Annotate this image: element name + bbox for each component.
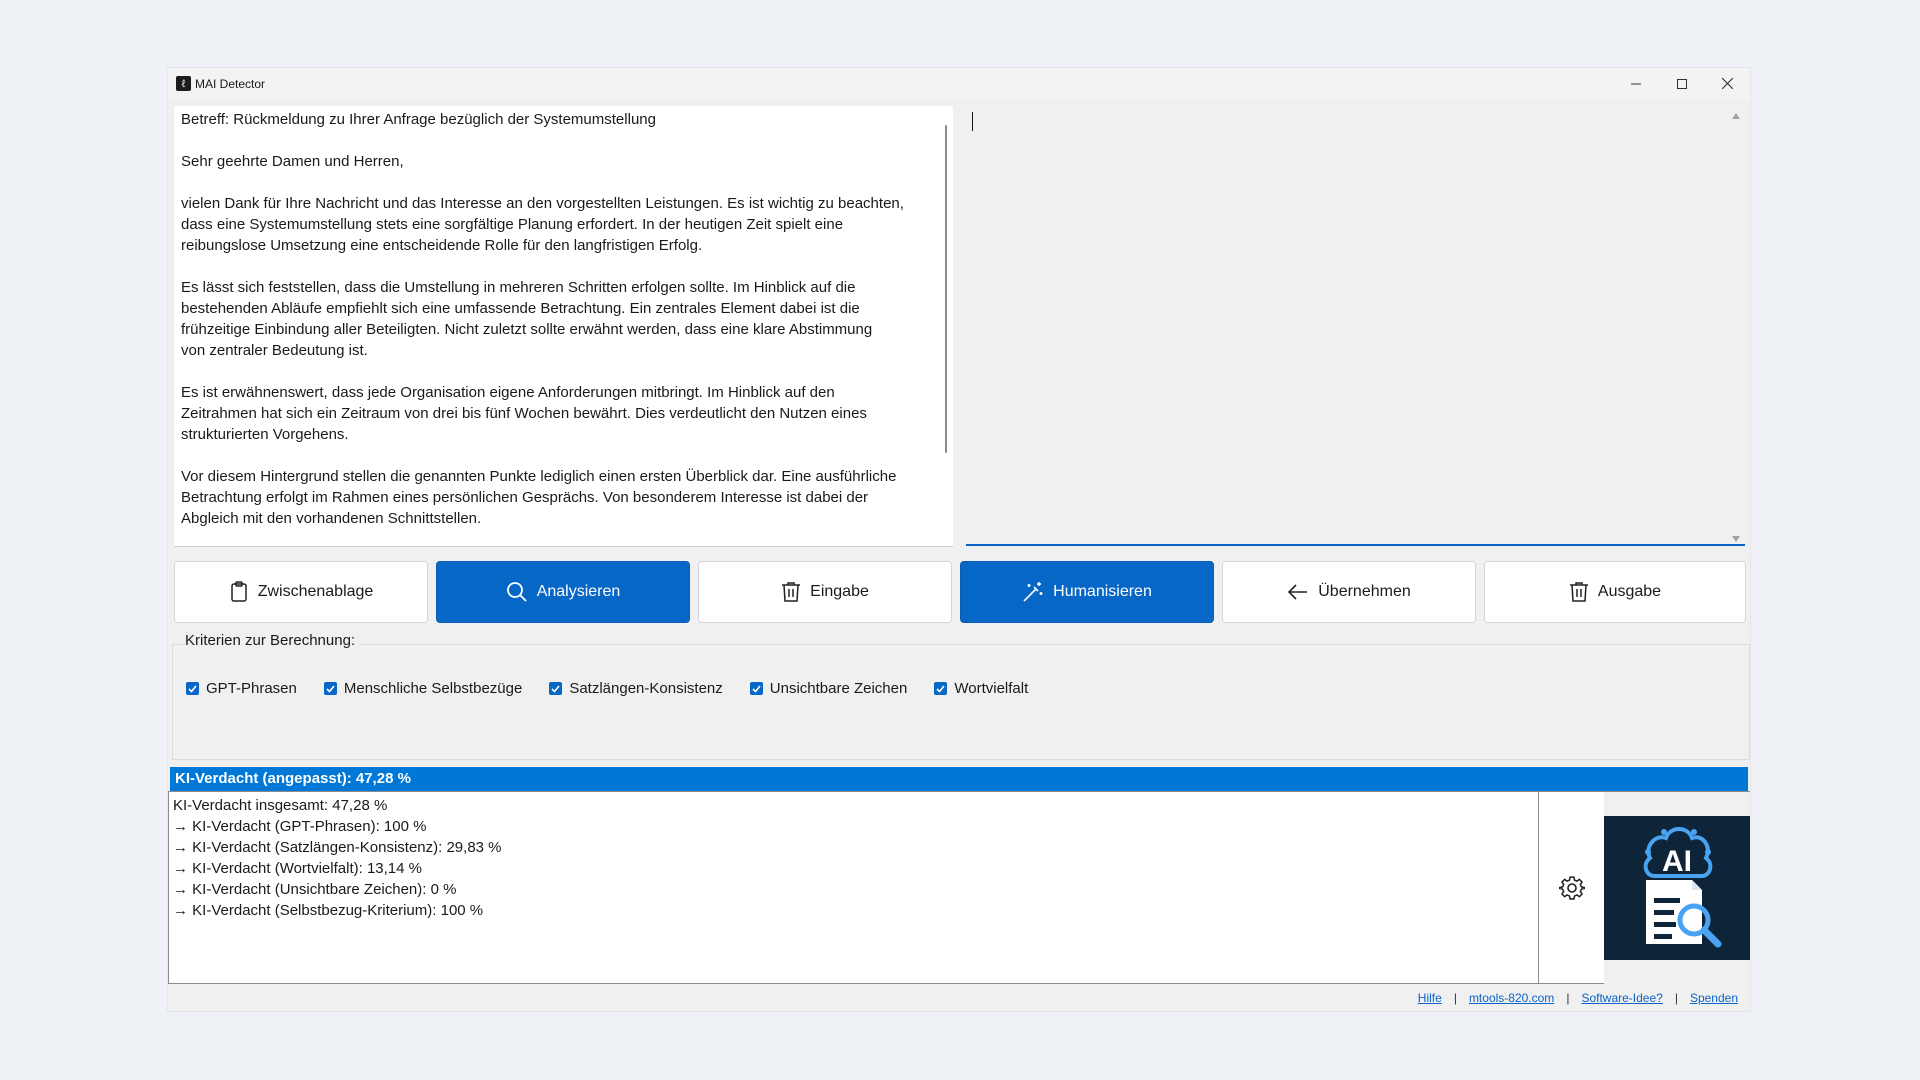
criterion-gpt-phrases[interactable]: GPT-Phrasen <box>186 680 297 697</box>
footer-separator: | <box>1674 991 1678 1005</box>
text-cursor <box>972 112 973 131</box>
maximize-icon <box>1677 78 1687 89</box>
output-scrollbar[interactable] <box>1728 106 1745 546</box>
app-window: ℓ MAI Detector Betreff: Rückmeldung zu I… <box>168 68 1750 1011</box>
output-underline <box>966 544 1745 546</box>
criterion-label: Unsichtbare Zeichen <box>769 680 908 697</box>
magic-wand-icon <box>1023 582 1043 602</box>
input-text: Betreff: Rückmeldung zu Ihrer Anfrage be… <box>181 111 904 527</box>
analyze-button-label: Analysieren <box>536 583 621 600</box>
result-line: → KI-Verdacht (Unsichtbare Zeichen): 0 % <box>173 881 457 898</box>
arrow-left-icon <box>1288 584 1308 600</box>
logo-text: AI <box>1662 845 1692 878</box>
minimize-icon <box>1631 83 1641 84</box>
help-link[interactable]: Hilfe <box>1418 991 1442 1005</box>
software-idea-link[interactable]: Software-Idee? <box>1581 991 1662 1005</box>
footer-separator: | <box>1566 991 1570 1005</box>
criteria-group: Kriterien zur Berechnung: GPT-Phrasen Me… <box>172 632 1750 760</box>
checkbox-checked-icon[interactable] <box>934 682 948 695</box>
checkbox-checked-icon[interactable] <box>323 682 337 695</box>
clipboard-button-label: Zwischenablage <box>257 583 374 600</box>
minimize-button[interactable] <box>1613 68 1659 99</box>
action-toolbar: Zwischenablage Analysieren Eingabe Human… <box>174 561 1746 623</box>
checkbox-checked-icon[interactable] <box>749 682 763 695</box>
input-scrollbar[interactable] <box>945 125 947 453</box>
criterion-label: Menschliche Selbstbezüge <box>343 680 523 697</box>
close-button[interactable] <box>1704 68 1750 99</box>
title-bar: ℓ MAI Detector <box>168 68 1750 99</box>
criterion-invisible-characters[interactable]: Unsichtbare Zeichen <box>749 680 908 697</box>
criterion-label: GPT-Phrasen <box>206 680 297 697</box>
result-line: KI-Verdacht insgesamt: 47,28 % <box>173 797 388 814</box>
maximize-button[interactable] <box>1659 68 1705 99</box>
apply-button-label: Übernehmen <box>1318 583 1411 600</box>
result-headline: KI-Verdacht (angepasst): 47,28 % <box>170 767 1748 791</box>
scroll-up-icon[interactable] <box>1732 113 1740 119</box>
clear-input-button-label: Eingabe <box>810 583 869 600</box>
result-lines: KI-Verdacht insgesamt: 47,28 % → KI-Verd… <box>173 795 502 921</box>
trash-icon <box>1569 582 1588 602</box>
footer: Hilfe | mtools-820.com | Software-Idee? … <box>168 984 1750 1011</box>
input-underline <box>174 546 953 547</box>
website-link[interactable]: mtools-820.com <box>1469 991 1554 1005</box>
clipboard-button[interactable]: Zwischenablage <box>174 561 428 623</box>
result-line: → KI-Verdacht (Satzlängen-Konsistenz): 2… <box>173 839 502 856</box>
ai-detector-logo: AI <box>1604 816 1750 960</box>
clear-output-button[interactable]: Ausgabe <box>1484 561 1746 623</box>
criteria-title: Kriterien zur Berechnung: <box>185 632 360 649</box>
window-title: MAI Detector <box>195 77 266 91</box>
clipboard-icon <box>230 581 247 602</box>
criteria-list: GPT-Phrasen Menschliche Selbstbezüge Sat… <box>186 680 1055 697</box>
trash-icon <box>782 582 801 602</box>
scroll-down-icon[interactable] <box>1732 536 1740 542</box>
gear-icon <box>1558 875 1585 900</box>
footer-links: Hilfe | mtools-820.com | Software-Idee? … <box>1418 991 1738 1005</box>
criterion-label: Wortvielfalt <box>954 680 1029 697</box>
settings-button[interactable] <box>1539 791 1604 984</box>
result-line: → KI-Verdacht (Selbstbezug-Kriterium): 1… <box>173 902 484 919</box>
result-details: KI-Verdacht insgesamt: 47,28 % → KI-Verd… <box>168 791 1539 984</box>
clear-input-button[interactable]: Eingabe <box>698 561 952 623</box>
close-icon <box>1721 78 1733 89</box>
clear-output-button-label: Ausgabe <box>1597 583 1662 600</box>
checkbox-checked-icon[interactable] <box>186 682 199 695</box>
apply-button[interactable]: Übernehmen <box>1222 561 1476 623</box>
criterion-human-self-references[interactable]: Menschliche Selbstbezüge <box>323 680 523 697</box>
app-icon: ℓ <box>176 76 191 91</box>
humanize-button[interactable]: Humanisieren <box>960 561 1214 623</box>
output-textarea[interactable] <box>966 106 1745 546</box>
humanize-button-label: Humanisieren <box>1053 583 1152 600</box>
footer-separator: | <box>1453 991 1457 1005</box>
checkbox-checked-icon[interactable] <box>549 682 563 695</box>
result-line: → KI-Verdacht (GPT-Phrasen): 100 % <box>173 818 427 835</box>
donate-link[interactable]: Spenden <box>1690 991 1738 1005</box>
result-line: → KI-Verdacht (Wortvielfalt): 13,14 % <box>173 860 422 877</box>
search-icon <box>506 582 527 602</box>
criterion-label: Satzlängen-Konsistenz <box>569 680 723 697</box>
logo-cell: AI <box>1604 791 1750 984</box>
criterion-sentence-length-consistency[interactable]: Satzlängen-Konsistenz <box>549 680 723 697</box>
criterion-vocabulary-diversity[interactable]: Wortvielfalt <box>934 680 1028 697</box>
input-textarea[interactable]: Betreff: Rückmeldung zu Ihrer Anfrage be… <box>174 106 953 546</box>
analyze-button[interactable]: Analysieren <box>436 561 690 623</box>
